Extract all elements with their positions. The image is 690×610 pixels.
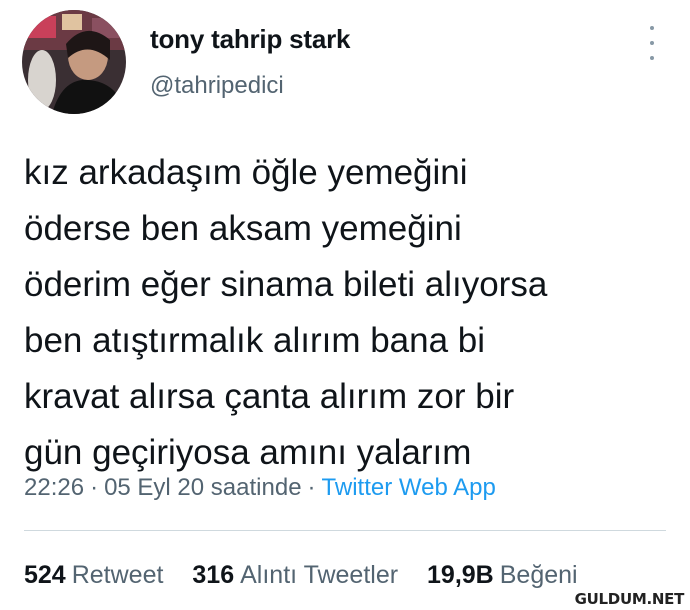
tweet-line: kız arkadaşım öğle yemeğini xyxy=(24,153,468,192)
divider xyxy=(24,530,666,531)
dot xyxy=(650,41,654,45)
retweet-number: 524 xyxy=(24,561,66,589)
watermark: GULDUM.NET xyxy=(572,590,686,608)
more-vertical-icon[interactable] xyxy=(640,26,664,60)
tweet-text: kız arkadaşım öğle yemeğini öderse ben a… xyxy=(24,145,674,481)
user-handle[interactable]: @tahripedici xyxy=(150,72,284,100)
dot xyxy=(650,26,654,30)
dot xyxy=(650,56,654,60)
separator: · xyxy=(307,474,316,501)
quote-number: 316 xyxy=(192,561,235,589)
avatar-photo xyxy=(22,10,126,114)
tweet-line: gün geçiriyosa amını yalarım xyxy=(24,433,472,472)
like-label: Beğeni xyxy=(499,561,578,589)
like-count[interactable]: 19,9B Beğeni xyxy=(427,561,578,589)
tweet-line: öderse ben aksam yemeğini xyxy=(24,209,462,248)
tweet-stats: 524 Retweet 316 Alıntı Tweetler 19,9B Beğen… xyxy=(24,561,600,590)
tweet-line: kravat alırsa çanta alırım zor bir xyxy=(24,377,515,416)
tweet-meta: 22:26 · 05 Eyl 20 saatinde · Twitter Web App xyxy=(24,474,496,502)
tweet-time[interactable]: 22:26 xyxy=(24,474,84,501)
retweet-count[interactable]: 524 Retweet xyxy=(24,561,163,589)
retweet-label: Retweet xyxy=(71,561,164,589)
tweet-line: ben atıştırmalık alırım bana bi xyxy=(24,321,486,360)
tweet-source-link[interactable]: Twitter Web App xyxy=(322,474,496,501)
tweet-line: öderim eğer sinama bileti alıyorsa xyxy=(24,265,548,304)
quote-label: Alıntı Tweetler xyxy=(240,561,399,589)
display-name[interactable]: tony tahrip stark xyxy=(150,24,351,55)
tweet-date[interactable]: 05 Eyl 20 saatinde xyxy=(104,474,301,501)
like-number: 19,9B xyxy=(427,561,494,589)
separator: · xyxy=(90,474,99,501)
avatar[interactable] xyxy=(22,10,126,114)
quote-tweet-count[interactable]: 316 Alıntı Tweetler xyxy=(192,561,398,589)
